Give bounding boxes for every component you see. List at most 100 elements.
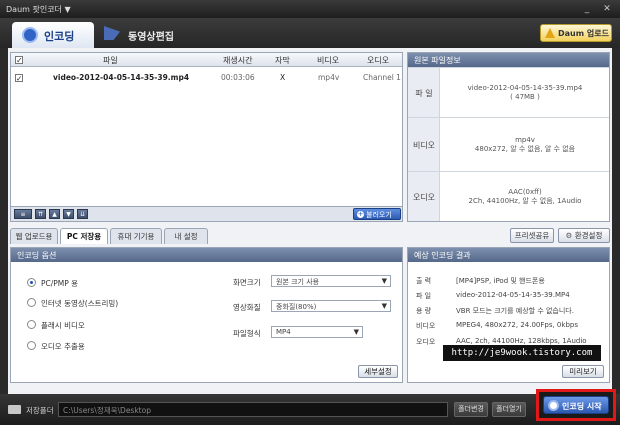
result-video-value: MPEG4, 480x272, 24.00Fps, 0kbps [456,321,578,329]
radio-icon [27,341,36,350]
row-audio: Channel 1 [363,73,401,82]
result-audio-label: 오디오 [416,338,436,346]
result-output-value: [MP4]PSP, iPod 및 핸드폰용 [456,277,545,285]
chevron-down-icon: ▼ [353,328,359,336]
radio-icon [27,298,36,307]
expected-result-header: 예상 인코딩 결과 [408,248,609,262]
add-file-label: 불러오기 [366,211,392,219]
watermark-url: http://je9wook.tistory.com [443,345,601,361]
detail-settings-button[interactable]: 세부설정 [358,365,398,378]
start-encoding-button[interactable]: 인코딩 시작 [543,396,609,414]
settings-button[interactable]: ⚙ 환경설정 [558,228,610,243]
screen-size-value: 원본 크기 사용 [276,278,320,286]
col-subtitle[interactable]: 자막 [275,55,290,66]
tab-pc-save[interactable]: PC 저장용 [60,228,108,244]
source-file-label: 파 일 [415,89,433,98]
change-folder-button[interactable]: 폴더변경 [454,402,488,417]
close-button[interactable]: ✕ [600,3,614,15]
title-bar: Daum 팟인코더 ▼ _ ✕ [0,0,620,18]
result-row-output: 출 력 [MP4]PSP, iPod 및 핸드폰용 [408,276,609,289]
main-tab-bar: 인코딩 동영상편집 Daum 업로드 [0,18,620,48]
bottom-bar: 저장폴더 C:\Users\정재욱\Desktop 폴더변경 폴더열기 [0,394,620,425]
settings-label: 환경설정 [574,231,603,240]
source-row-file: 파 일 video-2012-04-05-14-35-39.mp4 ( 47MB… [408,67,609,117]
source-info-title: 원본 파일정보 [414,56,461,65]
tab-video-edit-label: 동영상편집 [128,32,174,43]
minimize-button[interactable]: _ [580,3,594,15]
chevron-down-icon: ▼ [381,277,387,285]
start-encoding-highlight: 인코딩 시작 [536,389,616,421]
result-row-size: 용 량 VBR 모드는 크기를 예상할 수 없습니다. [408,306,609,319]
result-row-video: 비디오 MPEG4, 480x272, 24.00Fps, 0kbps [408,321,609,334]
source-info-header: 원본 파일정보 [408,53,609,67]
source-audio-label: 오디오 [412,193,436,202]
col-video[interactable]: 비디오 [317,55,339,66]
col-file[interactable]: 파일 [103,55,118,66]
encoding-options-title: 인코딩 옵션 [17,251,57,260]
row-file-name: video-2012-04-05-14-35-39.mp4 [53,73,190,82]
tab-web-upload[interactable]: 웹 업로드용 [10,228,58,244]
source-video-codec: mp4v [515,136,535,144]
result-audio-value: AAC, 2ch, 44100Hz, 128kbps, 1Audio [456,337,587,345]
select-all-checkbox[interactable]: ✓ [15,56,23,65]
result-video-label: 비디오 [416,322,436,330]
row-checkbox[interactable]: ✓ [15,74,23,82]
result-row-file: 파 일 video-2012-04-05-14-35-39.MP4 [408,291,609,304]
source-audio-codec: AAC(0xff) [508,188,542,196]
result-size-value: VBR 모드는 크기를 예상할 수 없습니다. [456,307,574,315]
col-duration[interactable]: 재생시간 [223,55,252,66]
add-file-button[interactable]: + 불러오기 [353,208,401,220]
col-audio[interactable]: 오디오 [367,55,389,66]
preview-button[interactable]: 미리보기 [562,365,604,378]
row-video: mp4v [318,73,340,82]
save-path-field[interactable]: C:\Users\정재욱\Desktop [58,402,448,417]
file-list[interactable]: ✓ 파일 재생시간 자막 비디오 오디오 ✓ video-2012-04-05-… [10,52,403,222]
tab-mobile[interactable]: 휴대 기기용 [110,228,162,244]
file-format-select[interactable]: MP4 ▼ [271,326,363,338]
video-quality-select[interactable]: 중화질(80%) ▼ [271,300,391,312]
result-file-label: 파 일 [416,292,432,300]
preset-share-button[interactable]: 프리셋공유 [510,228,554,243]
row-subtitle: X [280,73,286,82]
encode-icon [548,400,559,411]
plus-icon: + [357,210,364,218]
row-duration: 00:03:06 [221,73,255,82]
tab-encoding-label: 인코딩 [44,30,75,43]
expected-result-title: 예상 인코딩 결과 [414,251,471,260]
tab-encoding[interactable]: 인코딩 [12,22,94,48]
source-row-video: 비디오 mp4v 480x272, 알 수 없음, 알 수 없음 [408,117,609,171]
option-tabs: 웹 업로드용 PC 저장용 휴대 기기용 내 설정 [10,228,410,244]
daum-upload-button[interactable]: Daum 업로드 [540,24,612,42]
expected-result-panel: 예상 인코딩 결과 출 력 [MP4]PSP, iPod 및 핸드폰용 파 일 vi… [407,247,610,383]
move-top-icon[interactable]: ⇈ [35,209,46,219]
result-file-value: video-2012-04-05-14-35-39.MP4 [456,291,570,299]
start-encoding-label: 인코딩 시작 [562,402,602,411]
move-down-icon[interactable]: ▼ [63,209,74,219]
daum-upload-label: Daum 업로드 [558,29,609,38]
radio-audio-extract-label: 오디오 추출용 [41,342,85,351]
encode-icon [22,27,38,43]
source-file-size: ( 47MB ) [510,93,540,101]
tab-my-settings[interactable]: 내 설정 [164,228,208,244]
file-format-value: MP4 [276,328,291,336]
screen-size-label: 화면크기 [233,278,261,287]
file-list-header: ✓ 파일 재생시간 자막 비디오 오디오 [11,53,402,67]
result-output-label: 출 력 [416,277,432,285]
chevron-down-icon: ▼ [381,302,387,310]
list-view-icon[interactable]: ≡ [14,209,32,219]
encoding-options-header: 인코딩 옵션 [11,248,402,262]
radio-icon [27,320,36,329]
radio-pc-pmp-label: PC/PMP 용 [41,279,79,288]
source-file-name: video-2012-04-05-14-35-39.mp4 [467,84,583,92]
film-edit-icon [104,26,120,40]
screen-size-select[interactable]: 원본 크기 사용 ▼ [271,275,391,287]
source-info-panel: 원본 파일정보 파 일 video-2012-04-05-14-35-39.mp… [407,52,610,222]
radio-flash-label: 플래시 비디오 [41,321,85,330]
video-quality-value: 중화질(80%) [276,303,317,311]
encoding-options-panel: 인코딩 옵션 PC/PMP 용 인터넷 동영상(스트리밍) 플래시 비디오 오디… [10,247,403,383]
app-title[interactable]: Daum 팟인코더 ▼ [6,4,71,15]
file-list-toolbar: ≡ ⇈ ▲ ▼ ⇊ + 불러오기 [10,206,403,222]
move-up-icon[interactable]: ▲ [49,209,60,219]
open-folder-button[interactable]: 폴더열기 [492,402,526,417]
move-bottom-icon[interactable]: ⇊ [77,209,88,219]
